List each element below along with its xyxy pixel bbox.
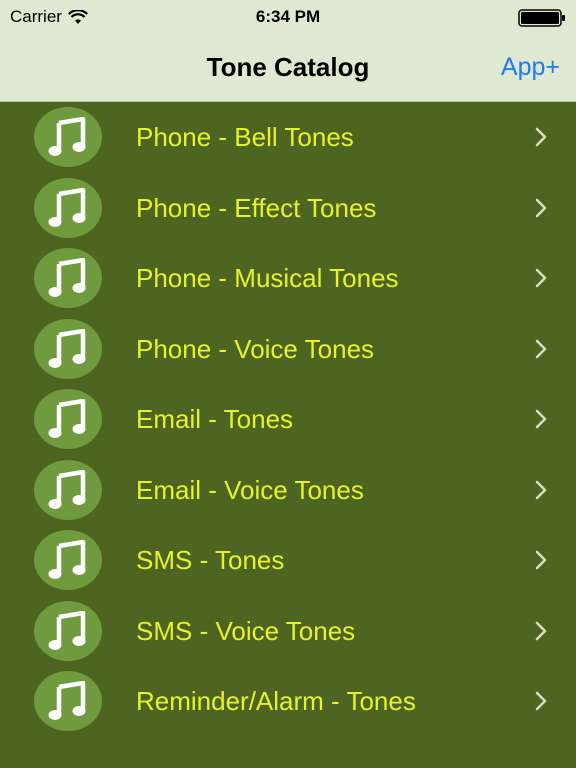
music-note-icon — [34, 318, 102, 379]
chevron-right-icon — [535, 621, 547, 640]
music-note-icon — [34, 600, 102, 661]
list-item[interactable]: Phone - Musical Tones — [0, 243, 576, 314]
list-item-label: Reminder/Alarm - Tones — [136, 686, 416, 716]
status-time: 6:34 PM — [255, 7, 321, 26]
music-note-icon — [34, 671, 102, 731]
list-item-label: Email - Tones — [136, 404, 294, 434]
list-item-label: Phone - Effect Tones — [136, 192, 377, 223]
chevron-right-icon — [535, 691, 547, 711]
app-plus-button[interactable]: App+ — [501, 53, 560, 82]
chevron-right-icon — [535, 127, 547, 147]
status-bar: Carrier 6:34 PM — [0, 0, 576, 34]
music-note-icon — [34, 530, 102, 590]
chevron-right-icon — [535, 339, 547, 358]
list-item[interactable]: Phone - Voice Tones — [0, 314, 576, 385]
music-note-icon — [34, 248, 102, 308]
navigation-bar: Tone Catalog App+ — [0, 34, 576, 102]
tone-category-list: Phone - Bell Tones Phone - Effect Tones — [0, 102, 576, 737]
list-item-label: Email - Voice Tones — [136, 474, 364, 505]
list-item[interactable]: SMS - Voice Tones — [0, 596, 576, 667]
list-item[interactable]: Email - Tones — [0, 384, 576, 455]
list-item[interactable]: Phone - Bell Tones — [0, 102, 576, 173]
battery-icon — [518, 9, 565, 27]
music-note-icon — [34, 389, 102, 449]
list-item-label: Phone - Musical Tones — [136, 263, 399, 293]
list-item-label: Phone - Voice Tones — [136, 333, 375, 364]
list-item-label: SMS - Voice Tones — [136, 615, 356, 646]
chevron-right-icon — [535, 480, 547, 499]
chevron-right-icon — [535, 198, 547, 217]
chevron-right-icon — [535, 550, 547, 570]
music-note-icon — [34, 459, 102, 520]
music-note-icon — [34, 107, 102, 167]
chevron-right-icon — [535, 268, 547, 288]
chevron-right-icon — [535, 409, 547, 429]
list-item[interactable]: SMS - Tones — [0, 525, 576, 596]
list-item[interactable]: Phone - Effect Tones — [0, 173, 576, 244]
list-item[interactable]: Email - Voice Tones — [0, 455, 576, 526]
page-title: Tone Catalog — [206, 52, 370, 82]
music-note-icon — [34, 177, 102, 238]
list-item[interactable]: Reminder/Alarm - Tones — [0, 666, 576, 737]
list-item-label: SMS - Tones — [136, 545, 285, 575]
list-item-label: Phone - Bell Tones — [136, 122, 354, 152]
